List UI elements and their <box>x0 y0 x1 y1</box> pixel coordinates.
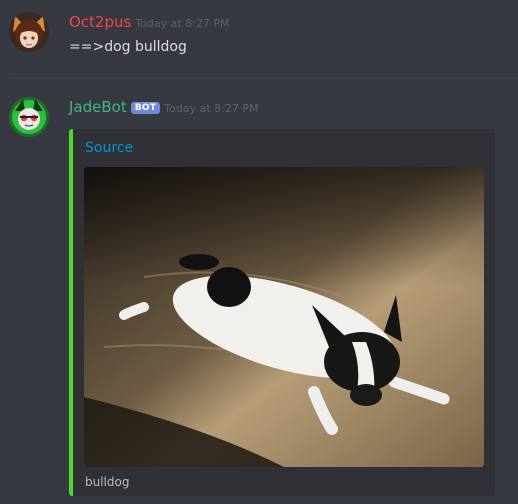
timestamp: Today at 8:27 PM <box>164 102 259 115</box>
bot-badge: BOT <box>130 102 161 114</box>
message-text: ==>dog bulldog <box>69 39 187 55</box>
author-name-text[interactable]: JadeBot <box>69 98 127 116</box>
author-name-text[interactable]: Oct2pus <box>69 13 131 31</box>
embed: Source bulldog <box>69 129 495 496</box>
embed-footer: bulldog <box>85 475 130 489</box>
avatar-jadebot-image <box>9 97 49 137</box>
embed-title-link[interactable]: Source <box>85 140 133 156</box>
avatar-jadebot[interactable] <box>9 97 49 137</box>
embed-image-bulldog[interactable] <box>84 167 484 467</box>
message-oct2pus: Oct2pus Today at 8:27 PM ==>dog bulldog <box>0 0 518 78</box>
author-name[interactable]: Oct2pus Today at 8:27 PM <box>69 13 230 31</box>
author-name[interactable]: JadeBot BOT Today at 8:27 PM <box>69 98 258 116</box>
avatar-oct2pus-image <box>9 12 49 52</box>
bulldog-photo <box>84 167 484 467</box>
avatar-oct2pus[interactable] <box>9 12 49 52</box>
timestamp: Today at 8:27 PM <box>135 17 230 30</box>
